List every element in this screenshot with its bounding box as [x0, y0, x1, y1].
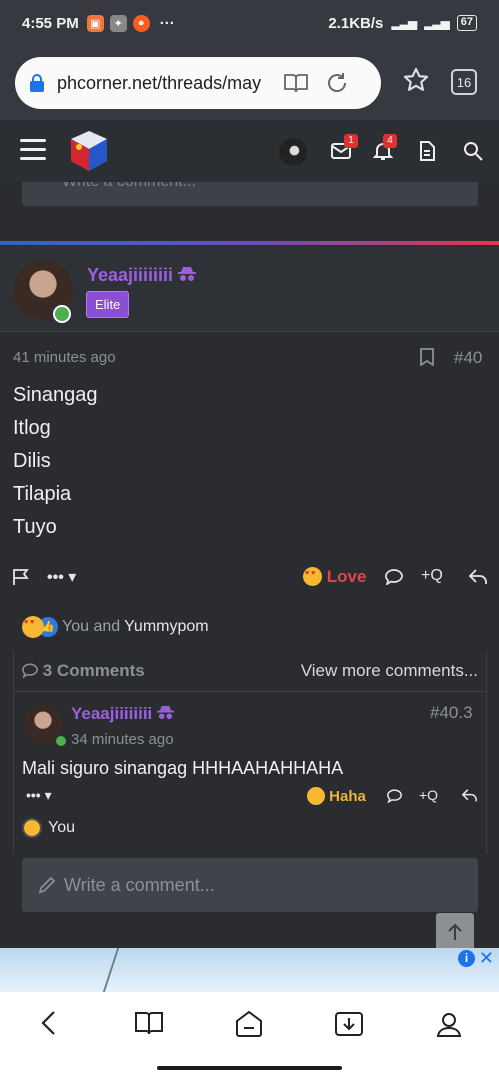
- url-text[interactable]: phcorner.net/threads/may: [57, 73, 267, 94]
- comment-reactors: You: [48, 819, 75, 836]
- love-emoji-icon: [22, 616, 44, 638]
- comments-header: 3 Comments View more comments...: [14, 650, 486, 692]
- post-line: Tilapia: [13, 483, 72, 505]
- bookmark-star-icon[interactable]: [402, 66, 430, 94]
- comments-section: 3 Comments View more comments...: [13, 650, 487, 855]
- comment-quote-button[interactable]: +Q: [419, 787, 438, 803]
- ad-image: [102, 948, 148, 992]
- search-icon[interactable]: [463, 141, 483, 161]
- write-comment-input[interactable]: Write a comment...: [22, 858, 478, 912]
- battery-icon: 67: [456, 15, 477, 31]
- love-emoji-icon: [303, 567, 322, 586]
- comment-more-options-label: •••: [26, 787, 41, 803]
- reader-mode-icon[interactable]: [283, 72, 309, 94]
- post-line: Itlog: [13, 417, 51, 439]
- lock-icon: [30, 74, 44, 92]
- ad-close-icon[interactable]: ✕: [479, 948, 494, 969]
- love-reaction-label: Love: [326, 567, 367, 586]
- love-reaction-button[interactable]: Love: [303, 567, 366, 587]
- comment-time[interactable]: 34 minutes ago: [71, 731, 174, 748]
- post-divider: [0, 241, 499, 245]
- comment-icon[interactable]: [385, 569, 403, 585]
- reddit-icon: ●: [132, 14, 150, 32]
- incognito-icon: [157, 705, 174, 720]
- reactions-names: Yummypom: [124, 618, 209, 635]
- scroll-to-top-button[interactable]: [436, 913, 474, 951]
- write-comment-placeholder: Write a comment...: [64, 874, 215, 895]
- gesture-home-bar[interactable]: [157, 1066, 342, 1070]
- browser-bottom-nav: [0, 992, 499, 1080]
- whats-new-icon[interactable]: [419, 141, 435, 161]
- post-author-name-text: Yeaajiiiiiiii: [87, 265, 174, 285]
- comment-reactions-summary[interactable]: You: [22, 818, 75, 838]
- bookmark-icon[interactable]: [420, 348, 434, 366]
- back-icon[interactable]: [40, 1010, 58, 1036]
- comment-reply-arrow-icon[interactable]: [461, 788, 478, 803]
- haha-reaction-label: Haha: [329, 788, 366, 805]
- previous-comment-input[interactable]: Write a comment...: [22, 182, 478, 206]
- bookmarks-icon[interactable]: [134, 1010, 164, 1036]
- ad-info-icon[interactable]: i: [458, 950, 475, 967]
- comment-author-name-text: Yeaajiiiiiiii: [71, 704, 153, 723]
- address-bar[interactable]: phcorner.net/threads/may: [15, 57, 381, 109]
- post-time[interactable]: 41 minutes ago: [13, 349, 116, 366]
- report-flag-icon[interactable]: [12, 568, 30, 586]
- post-content: Sinangag Itlog Dilis Tilapia Tuyo: [13, 384, 98, 549]
- status-bar: 4:55 PM ▣ ✦ ● ··· 2.1KB/s ▂▃▅ ▂▃▅ 67: [0, 0, 499, 46]
- comment-body: Mali siguro sinangag HHHAAHAHHAHA: [22, 758, 344, 778]
- profile-icon[interactable]: [435, 1010, 463, 1038]
- more-options-label: •••: [47, 569, 64, 586]
- online-status-icon: [51, 303, 73, 325]
- more-notifications-icon: ···: [159, 14, 175, 32]
- shop-app-icon: ▣: [86, 14, 104, 32]
- comment-more-options-button[interactable]: ••• ▾: [26, 787, 52, 804]
- user-avatar[interactable]: [279, 138, 307, 166]
- post-actions: ••• ▾ Love +Q: [0, 563, 499, 593]
- user-rank-badge: Elite: [86, 291, 130, 318]
- game-app-icon: ✦: [109, 14, 127, 32]
- alerts-badge: 4: [383, 134, 397, 148]
- signal-icon: ▂▃▅: [391, 16, 417, 30]
- haha-reaction-button[interactable]: Haha: [307, 787, 366, 805]
- comment-actions: ••• ▾ Haha +Q: [0, 786, 499, 810]
- home-icon[interactable]: [234, 1010, 264, 1038]
- comment-icon: [22, 663, 38, 679]
- comments-count-label: 3 Comments: [42, 661, 145, 680]
- messages-badge: 1: [344, 134, 358, 148]
- reply-icon[interactable]: [468, 568, 488, 586]
- incognito-icon: [178, 267, 197, 281]
- more-options-button[interactable]: ••• ▾: [47, 567, 76, 587]
- post-line: Sinangag: [13, 384, 98, 406]
- arrow-up-icon: [448, 923, 462, 940]
- post-line: Dilis: [13, 450, 51, 472]
- haha-emoji-icon: [307, 787, 325, 805]
- notification-icons: ▣ ✦ ● ···: [86, 14, 175, 32]
- post-author-name[interactable]: Yeaajiiiiiiii: [87, 265, 197, 286]
- post-reactions-summary[interactable]: 👍 You and Yummypom: [22, 616, 209, 638]
- menu-icon[interactable]: [20, 139, 46, 161]
- tab-switcher-button[interactable]: 16: [451, 69, 477, 95]
- signal-4g-icon: ▂▃▅: [424, 16, 450, 30]
- comment-number[interactable]: #40.3: [430, 703, 473, 723]
- phcorner-logo[interactable]: [67, 129, 111, 173]
- comment-reply-icon[interactable]: [387, 789, 402, 803]
- comment-author-name[interactable]: Yeaajiiiiiiii: [71, 704, 174, 724]
- quote-button[interactable]: +Q: [421, 567, 443, 585]
- comments-count[interactable]: 3 Comments: [22, 661, 145, 681]
- previous-comment-placeholder: Write a comment...: [62, 182, 196, 190]
- haha-emoji-icon: [22, 818, 42, 838]
- view-more-comments-link[interactable]: View more comments...: [301, 661, 478, 681]
- reload-icon[interactable]: [325, 71, 349, 95]
- status-time: 4:55 PM: [22, 14, 79, 32]
- post-line: Tuyo: [13, 516, 57, 538]
- post-header: Yeaajiiiiiiii Elite: [0, 246, 499, 332]
- reactions-prefix: You and: [62, 618, 121, 635]
- online-status-icon: [56, 736, 66, 746]
- network-speed: 2.1KB/s: [328, 14, 384, 32]
- pencil-icon: [38, 876, 56, 894]
- post-number[interactable]: #40: [454, 348, 482, 368]
- advertisement-banner[interactable]: i ✕: [0, 948, 499, 992]
- browser-toolbar: phcorner.net/threads/may 16: [0, 46, 499, 120]
- downloads-icon[interactable]: [334, 1010, 364, 1038]
